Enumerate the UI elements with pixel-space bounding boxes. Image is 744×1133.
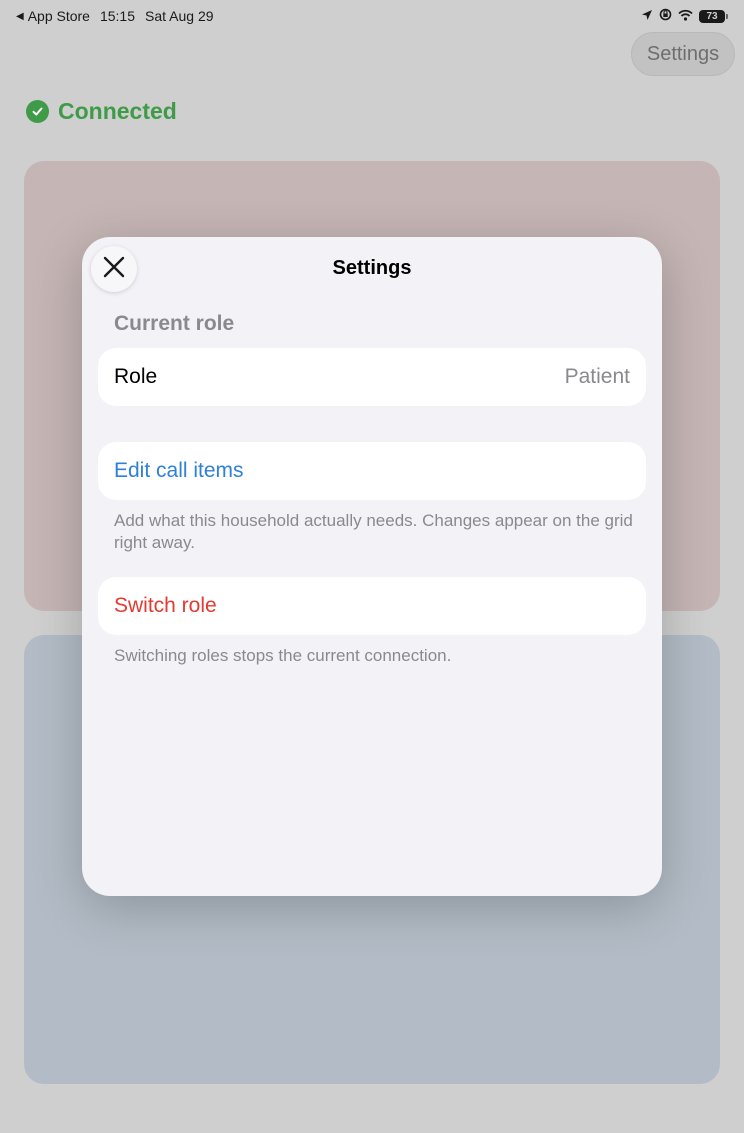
section-header-current-role: Current role xyxy=(114,312,235,335)
status-time: 15:15 xyxy=(99,8,136,24)
role-label: Role xyxy=(114,365,158,388)
settings-modal: Settings Current role Role Patient Edit … xyxy=(82,237,662,896)
role-row: Role Patient xyxy=(98,348,646,406)
orientation-lock-icon xyxy=(659,8,672,24)
connection-status-label: Connected xyxy=(58,98,177,124)
battery-level: 73 xyxy=(699,9,725,23)
checkmark-circle-icon xyxy=(26,100,49,123)
settings-button[interactable]: Settings xyxy=(631,32,735,76)
edit-call-items-button[interactable]: Edit call items xyxy=(98,442,646,500)
location-arrow-icon xyxy=(641,8,653,24)
battery-icon: 73 xyxy=(699,9,728,23)
status-right: 73 xyxy=(641,8,728,24)
connection-status: Connected xyxy=(26,98,177,125)
wifi-icon xyxy=(678,8,693,24)
switch-role-footnote: Switching roles stops the current connec… xyxy=(114,646,452,665)
edit-call-items-footnote: Add what this household actually needs. … xyxy=(114,511,633,552)
battery-cap xyxy=(726,13,728,19)
role-value: Patient xyxy=(564,365,630,388)
modal-title: Settings xyxy=(332,257,412,279)
switch-role-button[interactable]: Switch role xyxy=(98,577,646,635)
status-left: ◀ App Store 15:15 Sat Aug 29 xyxy=(16,8,214,24)
back-triangle-icon: ◀ xyxy=(16,10,24,22)
back-app-label: App Store xyxy=(27,8,90,24)
status-bar: ◀ App Store 15:15 Sat Aug 29 73 xyxy=(0,0,744,32)
back-to-app-link[interactable]: ◀ App Store xyxy=(16,8,90,24)
status-date: Sat Aug 29 xyxy=(145,8,214,24)
